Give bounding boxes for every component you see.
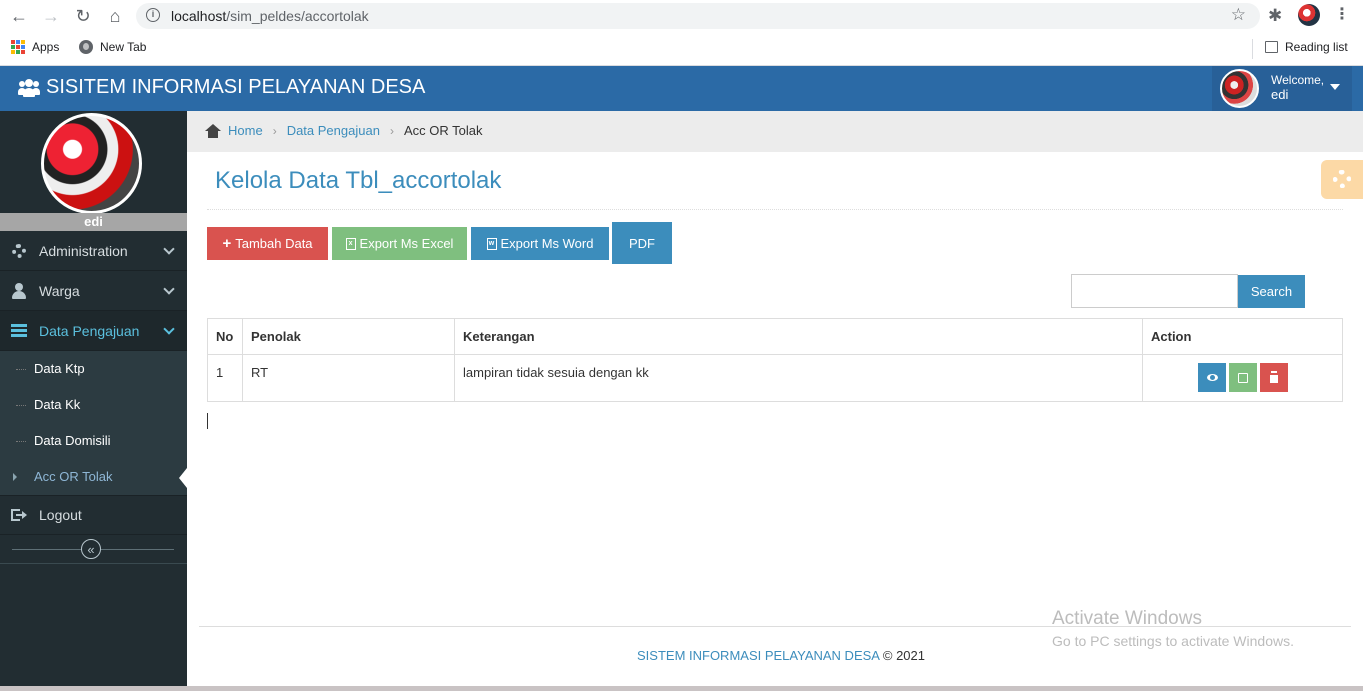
address-bar[interactable]: i localhost/sim_peldes/accortolak ☆ (136, 3, 1260, 29)
settings-tab[interactable] (1321, 160, 1363, 199)
cell-action (1142, 354, 1343, 402)
breadcrumb-home[interactable]: Home (228, 123, 263, 138)
search-button[interactable]: Search (1238, 275, 1305, 308)
bookmarks-bar: Apps New Tab Reading list (0, 33, 1363, 66)
export-pdf-button[interactable]: PDF (612, 222, 672, 264)
app-header: SISITEM INFORMASI PELAYANAN DESA Welcome… (0, 66, 1363, 111)
edit-button[interactable] (1229, 363, 1257, 392)
active-item-pointer (179, 468, 187, 488)
caret-down-icon (1330, 84, 1340, 90)
os-taskbar (0, 686, 1363, 691)
chevron-down-icon (163, 243, 175, 255)
chevron-down-icon (163, 283, 175, 295)
gear-icon (11, 243, 27, 259)
edit-icon (1238, 372, 1248, 383)
site-info-icon[interactable]: i (146, 8, 160, 22)
data-table: No Penolak Keterangan Action 1 RT lampir… (207, 318, 1343, 402)
sidebar-username: edi (0, 213, 187, 231)
browser-toolbar: ← → ↻ ⌂ i localhost/sim_peldes/accortola… (0, 0, 1363, 33)
activate-windows-subtitle: Go to PC settings to activate Windows. (1052, 633, 1294, 649)
bookmark-star-icon[interactable]: ☆ (1231, 5, 1246, 25)
footer-brand-link[interactable]: SISTEM INFORMASI PELAYANAN DESA (637, 648, 879, 663)
extensions-puzzle-icon[interactable]: ✱ (1268, 6, 1282, 26)
browser-menu-icon[interactable]: ⋮ (1334, 4, 1350, 24)
sidebar-item-data-pengajuan[interactable]: Data Pengajuan (0, 311, 187, 351)
caret-right-icon (13, 473, 17, 481)
column-header-no: No (207, 318, 243, 355)
footer: SISTEM INFORMASI PELAYANAN DESA © 2021 (637, 648, 925, 663)
home-icon[interactable]: ⌂ (102, 4, 128, 28)
collapse-sidebar-icon[interactable]: « (81, 539, 101, 559)
users-icon (18, 78, 40, 97)
title-divider (207, 209, 1343, 210)
table-header-row: No Penolak Keterangan Action (207, 318, 1343, 355)
sidebar-item-logout[interactable]: Logout (0, 495, 187, 535)
bookmarks-divider (1252, 39, 1253, 59)
sidebar-item-administration[interactable]: Administration (0, 231, 187, 271)
back-arrow-icon[interactable]: ← (6, 4, 32, 28)
activate-windows-title: Activate Windows (1052, 608, 1202, 629)
sidebar-avatar (41, 113, 142, 214)
user-menu[interactable]: Welcome, edi (1212, 66, 1352, 111)
home-icon (205, 123, 221, 138)
app-brand[interactable]: SISITEM INFORMASI PELAYANAN DESA (18, 76, 425, 99)
plus-icon: + (222, 235, 232, 252)
sign-out-icon (11, 507, 27, 523)
table-row: 1 RT lampiran tidak sesuia dengan kk (207, 354, 1343, 402)
sidebar-profile (0, 111, 187, 214)
word-file-icon: w (486, 237, 497, 250)
export-word-button[interactable]: w Export Ms Word (471, 227, 609, 260)
text-cursor (207, 413, 208, 429)
page-title: Kelola Data Tbl_accortolak (215, 167, 502, 194)
list-icon (11, 323, 27, 339)
reading-list-button[interactable]: Reading list (1265, 40, 1348, 54)
chevron-down-icon (163, 323, 175, 335)
gear-icon (1333, 170, 1351, 188)
footer-copyright: © 2021 (882, 648, 925, 663)
export-excel-button[interactable]: x Export Ms Excel (332, 227, 467, 260)
cell-penolak: RT (242, 354, 455, 402)
apps-grid-icon (11, 40, 25, 54)
reading-list-icon (1265, 41, 1278, 53)
user-icon (11, 282, 27, 299)
cell-keterangan: lampiran tidak sesuia dengan kk (454, 354, 1143, 402)
bookmark-new-tab[interactable]: New Tab (79, 40, 146, 54)
view-button[interactable] (1198, 363, 1226, 392)
sidebar-subitem-data-kk[interactable]: Data Kk (0, 387, 187, 423)
delete-button[interactable] (1260, 363, 1288, 392)
eye-icon (1206, 374, 1218, 381)
breadcrumb: Home › Data Pengajuan › Acc OR Tolak (187, 111, 1363, 152)
add-data-button[interactable]: + Tambah Data (207, 227, 328, 260)
app-title: SISITEM INFORMASI PELAYANAN DESA (46, 76, 426, 98)
column-header-action: Action (1142, 318, 1343, 355)
bookmark-apps[interactable]: Apps (11, 40, 59, 54)
globe-icon (79, 40, 93, 54)
sidebar-subitem-data-ktp[interactable]: Data Ktp (0, 351, 187, 387)
user-avatar (1220, 69, 1259, 108)
search-input[interactable] (1071, 274, 1238, 308)
breadcrumb-data-pengajuan[interactable]: Data Pengajuan (287, 123, 380, 138)
sidebar-subitem-data-domisili[interactable]: Data Domisili (0, 423, 187, 459)
excel-file-icon: x (345, 237, 356, 250)
welcome-text: Welcome, (1271, 73, 1325, 87)
cell-no: 1 (207, 354, 243, 402)
profile-avatar-icon[interactable] (1298, 4, 1320, 26)
forward-arrow-icon[interactable]: → (38, 4, 64, 28)
sidebar-item-warga[interactable]: Warga (0, 271, 187, 311)
url-text: localhost/sim_peldes/accortolak (171, 8, 369, 24)
sidebar-subitem-acc-or-tolak[interactable]: Acc OR Tolak (0, 459, 187, 495)
reload-icon[interactable]: ↻ (70, 4, 96, 28)
sidebar-collapse: « (0, 536, 187, 564)
column-header-penolak: Penolak (242, 318, 455, 355)
user-name: edi (1271, 87, 1289, 102)
column-header-keterangan: Keterangan (454, 318, 1143, 355)
sidebar: edi Administration Warga Data Pengajuan … (0, 111, 187, 691)
breadcrumb-current: Acc OR Tolak (403, 123, 483, 138)
trash-icon (1270, 372, 1278, 383)
